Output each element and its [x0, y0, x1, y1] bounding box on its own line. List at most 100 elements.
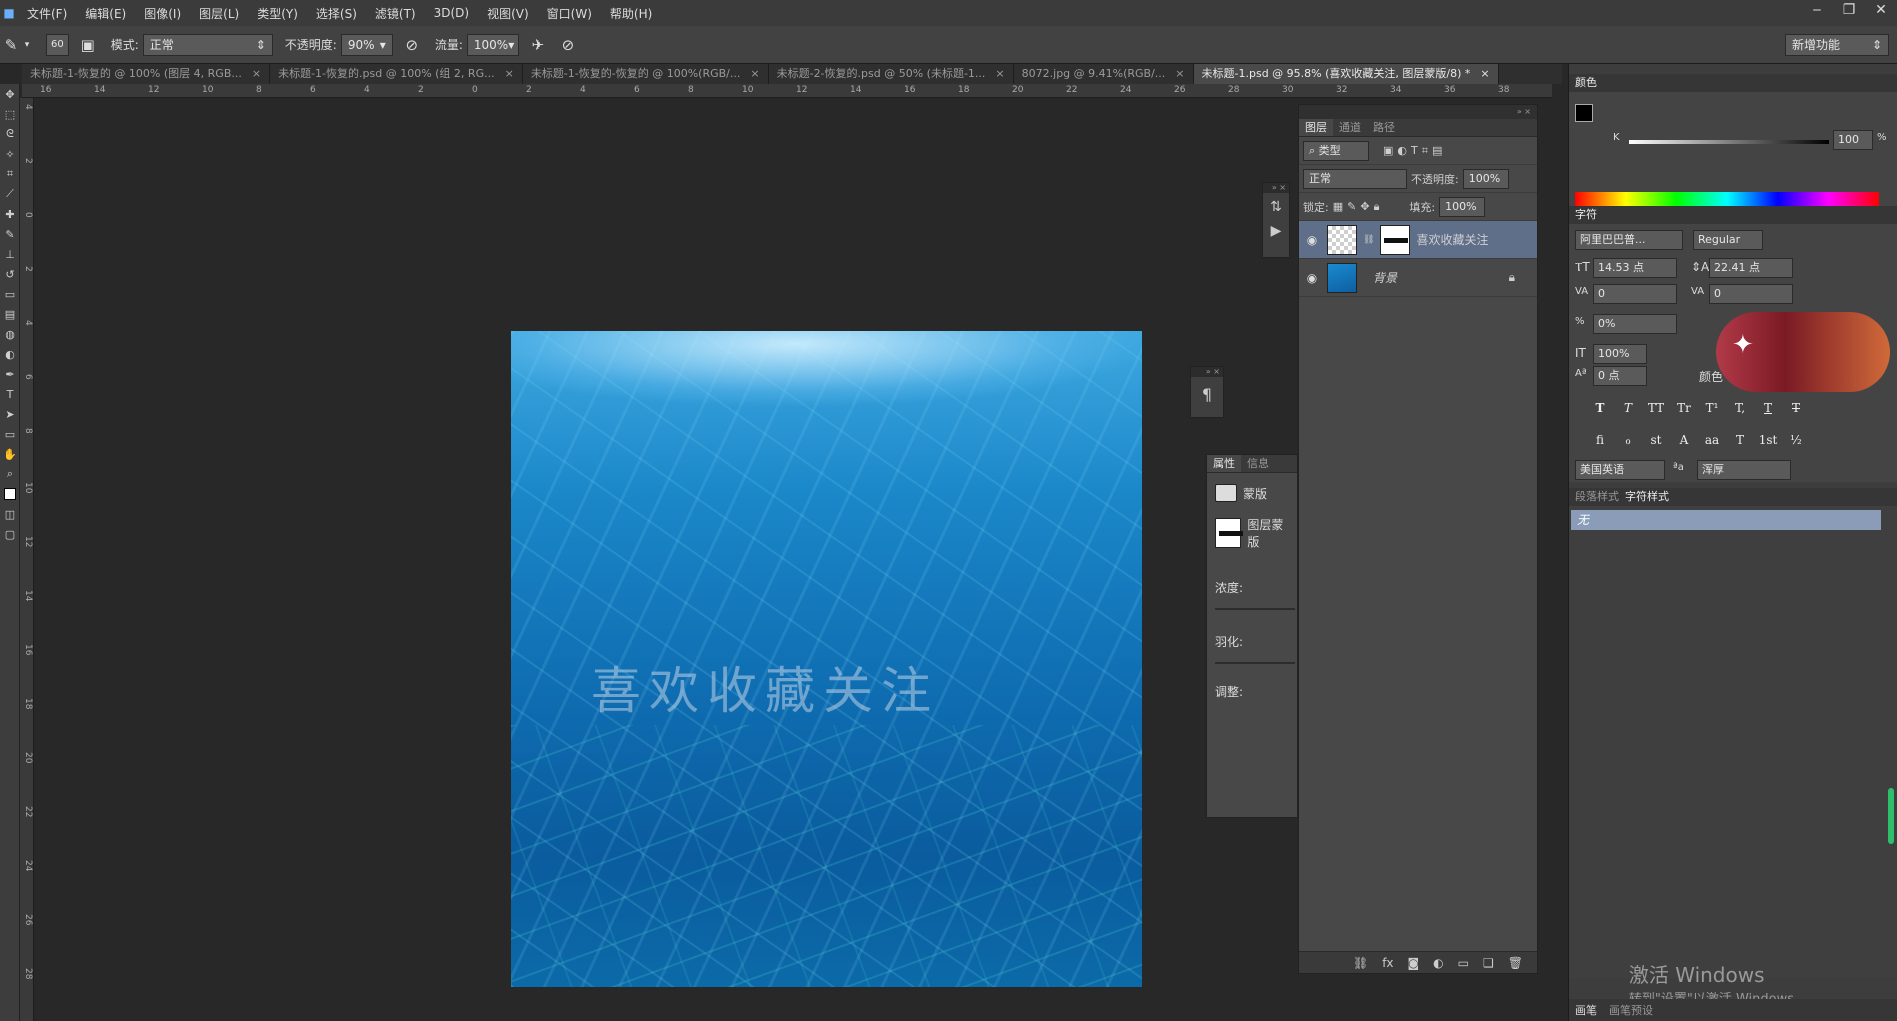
- menu-filter[interactable]: 滤镜(T): [366, 5, 425, 22]
- menu-image[interactable]: 图像(I): [135, 5, 190, 22]
- vertical-ruler[interactable]: 4 2 0 2 4 6 8 10 12 14 16 18 20 22 24 26 28: [20, 98, 34, 1021]
- color-spectrum[interactable]: [1575, 192, 1879, 206]
- font-size-field[interactable]: 14.53 点: [1593, 258, 1677, 278]
- pressure-opacity-icon[interactable]: ⊘: [401, 34, 423, 56]
- tab-close-icon[interactable]: ×: [1175, 64, 1184, 84]
- font-style-select[interactable]: Regular: [1693, 230, 1763, 250]
- restore-icon[interactable]: ❐: [1833, 0, 1865, 22]
- floating-avatar-image[interactable]: ✦: [1716, 312, 1890, 392]
- filter-shape-icon[interactable]: ⌗: [1422, 144, 1428, 158]
- eye-icon[interactable]: ◉: [1303, 271, 1321, 285]
- shape-tool-icon[interactable]: ▭: [0, 424, 20, 444]
- text-color-label[interactable]: 颜色: [1699, 368, 1723, 385]
- lasso-tool-icon[interactable]: ᘓ: [0, 124, 20, 144]
- kerning-field[interactable]: 0: [1593, 284, 1677, 304]
- density-slider[interactable]: [1215, 608, 1295, 610]
- play-icon[interactable]: ▶: [1263, 215, 1289, 239]
- menu-view[interactable]: 视图(V): [478, 5, 538, 22]
- tab-character-styles[interactable]: 字符样式: [1625, 488, 1669, 506]
- font-family-select[interactable]: 阿里巴巴普...: [1575, 230, 1683, 250]
- chevron-down-icon[interactable]: ▾: [22, 34, 32, 56]
- menu-3d[interactable]: 3D(D): [425, 6, 478, 20]
- doc-tab[interactable]: 未标题-1-恢复的 @ 100% (图层 4, RGB... ×: [22, 64, 271, 84]
- doc-tab-active[interactable]: 未标题-1.psd @ 95.8% (喜欢收藏关注, 图层蒙版/8) * ×: [1193, 64, 1499, 84]
- healing-tool-icon[interactable]: ✚: [0, 204, 20, 224]
- lock-all-icon[interactable]: 🔒︎: [1374, 200, 1380, 214]
- layer-row[interactable]: ◉ ⛓︎ 喜欢收藏关注: [1299, 221, 1537, 259]
- delete-icon[interactable]: 🗑︎: [1508, 956, 1523, 970]
- menu-window[interactable]: 窗口(W): [538, 5, 601, 22]
- doc-tab[interactable]: 未标题-2-恢复的.psd @ 50% (未标题-1... ×: [769, 64, 1014, 84]
- all-caps-button[interactable]: TT: [1645, 398, 1667, 418]
- lock-paint-icon[interactable]: ✎: [1347, 200, 1356, 213]
- leading-field[interactable]: 22.41 点: [1709, 258, 1793, 278]
- tab-paragraph-styles[interactable]: 段落样式: [1575, 488, 1619, 506]
- tab-info[interactable]: 信息: [1241, 455, 1275, 472]
- horizontal-ruler[interactable]: 16 14 12 10 8 6 4 2 0 2 4 6 8 10 12 14 16 18 20 22 24 26 28 30 3…: [22, 84, 1552, 98]
- panel-collapse-bar[interactable]: » ×: [1263, 183, 1289, 193]
- k-value-field[interactable]: 100: [1833, 130, 1873, 150]
- underline-button[interactable]: T: [1757, 398, 1779, 418]
- eye-icon[interactable]: ◉: [1303, 233, 1321, 247]
- menu-edit[interactable]: 编辑(E): [76, 5, 135, 22]
- pen-tool-icon[interactable]: ✒: [0, 364, 20, 384]
- scrollbar-green[interactable]: [1888, 788, 1894, 844]
- menu-type[interactable]: 类型(Y): [248, 5, 307, 22]
- vscale-field[interactable]: 100%: [1593, 344, 1647, 364]
- doc-tab[interactable]: 8072.jpg @ 9.41%(RGB/... ×: [1014, 64, 1194, 84]
- tab-brush[interactable]: 画笔: [1575, 1002, 1597, 1018]
- mode-select[interactable]: 正常 ⇕: [142, 33, 273, 56]
- stamp-tool-icon[interactable]: ⊥: [0, 244, 20, 264]
- eyedropper-tool-icon[interactable]: ⟋: [0, 184, 20, 204]
- style-list-item[interactable]: 无: [1571, 510, 1881, 530]
- lock-position-icon[interactable]: ✥: [1360, 200, 1369, 213]
- menu-layer[interactable]: 图层(L): [190, 5, 248, 22]
- blend-mode-select[interactable]: 正常: [1303, 168, 1407, 189]
- k-slider[interactable]: [1629, 140, 1829, 144]
- feather-row[interactable]: 羽化:: [1207, 621, 1297, 661]
- subscript-button[interactable]: T,: [1729, 398, 1751, 418]
- close-icon[interactable]: ✕: [1865, 0, 1897, 22]
- layer-opacity-field[interactable]: 100%: [1462, 168, 1509, 189]
- link-layers-icon[interactable]: ⛓︎: [1353, 956, 1368, 970]
- color-panel-title[interactable]: 颜色: [1575, 74, 1597, 92]
- gradient-tool-icon[interactable]: ▤: [0, 304, 20, 324]
- strikethrough-button[interactable]: T: [1785, 398, 1807, 418]
- pressure-size-icon[interactable]: ⊘: [557, 34, 579, 56]
- ordinals-button[interactable]: 1st: [1757, 430, 1779, 450]
- character-panel-title[interactable]: 字符: [1575, 206, 1597, 224]
- panel-collapse-bar[interactable]: » ×: [1299, 105, 1537, 119]
- tab-brush-presets[interactable]: 画笔预设: [1609, 1002, 1653, 1018]
- panel-collapse-bar[interactable]: » ×: [1191, 367, 1223, 377]
- adjustment-layer-icon[interactable]: ◐: [1433, 956, 1443, 970]
- airbrush-icon[interactable]: ✈: [527, 34, 549, 56]
- crop-tool-icon[interactable]: ⌗: [0, 164, 20, 184]
- menu-file[interactable]: 文件(F): [18, 5, 76, 22]
- zoom-tool-icon[interactable]: ⌕: [0, 464, 20, 484]
- layer-row[interactable]: ◉ 背景 🔒︎: [1299, 259, 1537, 297]
- tsume-field[interactable]: 0%: [1593, 314, 1677, 334]
- filter-adjust-icon[interactable]: ◐: [1397, 144, 1407, 157]
- brush-tool-icon[interactable]: ✎: [0, 224, 20, 244]
- move-tool-icon[interactable]: ✥: [0, 84, 20, 104]
- dodge-tool-icon[interactable]: ◐: [0, 344, 20, 364]
- tab-close-icon[interactable]: ×: [505, 64, 514, 84]
- layer-filter-select[interactable]: ⌕ 类型: [1303, 140, 1369, 161]
- small-caps-button[interactable]: Tr: [1673, 398, 1695, 418]
- type-tool-icon[interactable]: T: [0, 384, 20, 404]
- brush-size-picker[interactable]: 60: [46, 33, 69, 56]
- marquee-tool-icon[interactable]: ⬚: [0, 104, 20, 124]
- doc-tab[interactable]: 未标题-1-恢复的-恢复的 @ 100%(RGB/... ×: [523, 64, 769, 84]
- fx-icon[interactable]: fx: [1382, 956, 1393, 970]
- ligature-button[interactable]: ﬁ: [1589, 430, 1611, 450]
- new-group-icon[interactable]: ▭: [1458, 956, 1469, 970]
- hand-tool-icon[interactable]: ✋: [0, 444, 20, 464]
- menu-help[interactable]: 帮助(H): [601, 5, 661, 22]
- tab-paths[interactable]: 路径: [1367, 119, 1401, 136]
- quick-select-tool-icon[interactable]: ✧: [0, 144, 20, 164]
- tab-close-icon[interactable]: ×: [252, 64, 261, 84]
- tab-channels[interactable]: 通道: [1333, 119, 1367, 136]
- discretionary-lig-button[interactable]: st: [1645, 430, 1667, 450]
- history-icon[interactable]: ⇅: [1263, 193, 1289, 215]
- contextual-alt-button[interactable]: ℴ: [1617, 430, 1639, 450]
